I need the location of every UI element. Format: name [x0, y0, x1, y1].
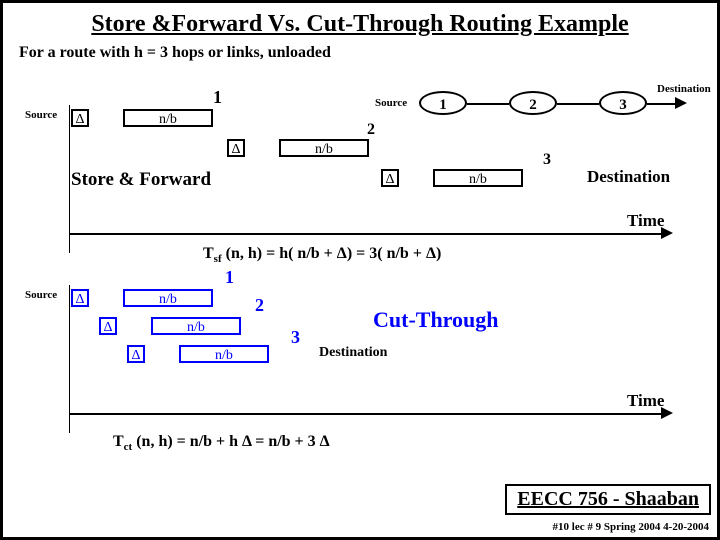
destination-label-ct: Destination [319, 345, 387, 361]
ct-delta-1: Δ [71, 289, 89, 307]
cut-through-label: Cut-Through [373, 307, 499, 333]
sf-row2-num: 2 [367, 121, 375, 139]
sf-T: T [203, 245, 214, 262]
ct-sub: ct [124, 441, 133, 453]
source-label-sf: Source [25, 109, 57, 121]
store-forward-label: Store & Forward [71, 169, 211, 191]
hop-circle-1: 1 [419, 91, 467, 115]
hop-circle-2: 2 [509, 91, 557, 115]
ct-hop3-num: 3 [291, 327, 300, 348]
sf-hop1-num: 1 [213, 87, 222, 108]
sf-sub: sf [214, 253, 222, 265]
sf-nb-3: n/b [433, 169, 523, 187]
ct-axis [69, 285, 70, 433]
source-label-ct: Source [25, 289, 57, 301]
sf-time-label: Time [627, 211, 664, 231]
ct-hop2-num: 2 [255, 295, 264, 316]
arrow-1-2 [467, 103, 509, 105]
ct-time-label: Time [627, 391, 664, 411]
destination-label-sf: Destination [587, 167, 670, 187]
destination-label-circles: Destination [657, 83, 711, 95]
diagram-area: Source 1 2 3 Destination Source 1 Δ n/b … [3, 73, 717, 493]
sf-nb-2: n/b [279, 139, 369, 157]
sf-delta-2: Δ [227, 139, 245, 157]
slide-title: Store &Forward Vs. Cut-Through Routing E… [3, 11, 717, 38]
ct-nb-3: n/b [179, 345, 269, 363]
ct-formula: Tct (n, h) = n/b + h Δ = n/b + 3 Δ [113, 433, 330, 453]
sf-delta-1: Δ [71, 109, 89, 127]
footer-course: EECC 756 - Shaaban [505, 484, 711, 515]
ct-hop1-num: 1 [225, 267, 234, 288]
ct-delta-2: Δ [99, 317, 117, 335]
sf-delta-3: Δ [381, 169, 399, 187]
hop-circle-3: 3 [599, 91, 647, 115]
sf-axis [69, 105, 70, 253]
ct-T: T [113, 433, 124, 450]
arrowhead-dest [675, 97, 687, 109]
sf-rest: (n, h) = h( n/b + Δ) = 3( n/b + Δ) [222, 245, 442, 262]
source-label-circles: Source [375, 97, 407, 109]
ct-nb-2: n/b [151, 317, 241, 335]
arrow-3-dest [647, 103, 677, 105]
footer-info: #10 lec # 9 Spring 2004 4-20-2004 [553, 521, 709, 533]
ct-time-axis [69, 413, 663, 415]
arrow-2-3 [557, 103, 599, 105]
sf-row3-num: 3 [543, 151, 551, 169]
ct-nb-1: n/b [123, 289, 213, 307]
ct-rest: (n, h) = n/b + h Δ = n/b + 3 Δ [132, 433, 329, 450]
sf-nb-1: n/b [123, 109, 213, 127]
sf-formula: Tsf (n, h) = h( n/b + Δ) = 3( n/b + Δ) [203, 245, 441, 265]
slide: Store &Forward Vs. Cut-Through Routing E… [0, 0, 720, 540]
ct-delta-3: Δ [127, 345, 145, 363]
sf-time-axis [69, 233, 663, 235]
slide-subtitle: For a route with h = 3 hops or links, un… [19, 44, 717, 62]
